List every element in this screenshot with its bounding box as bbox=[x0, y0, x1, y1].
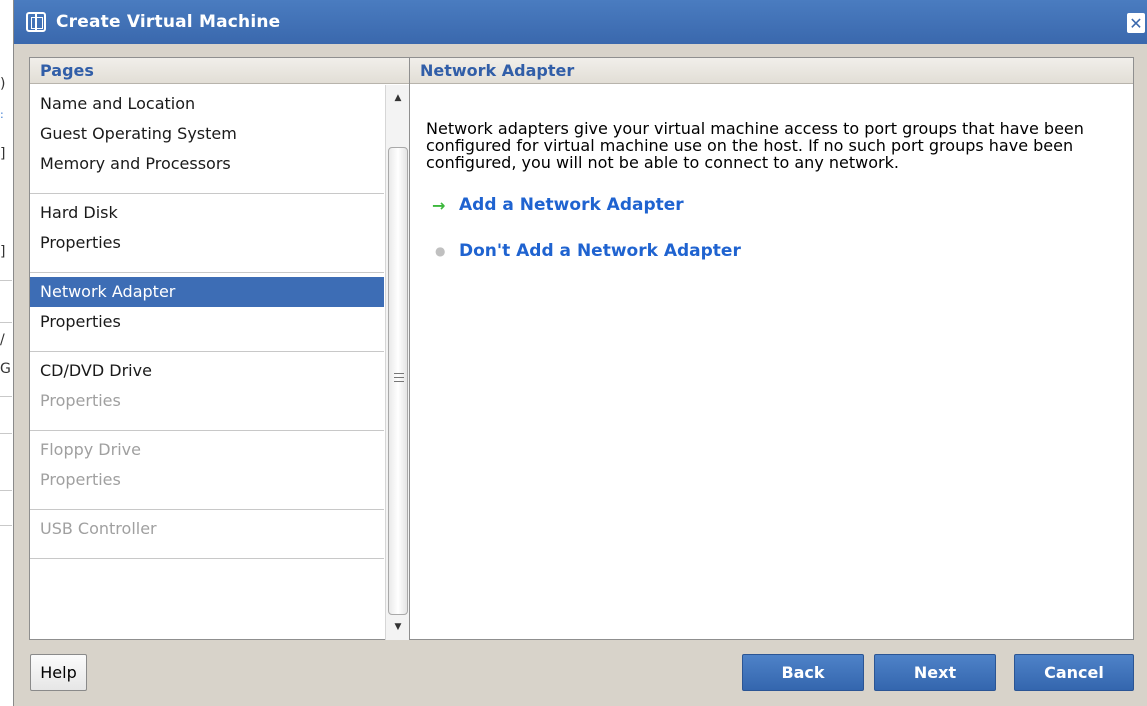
page-item[interactable]: Memory and Processors bbox=[30, 149, 384, 179]
add-network-adapter-link[interactable]: Add a Network Adapter bbox=[459, 195, 684, 215]
background-divider bbox=[0, 525, 12, 526]
cancel-button[interactable]: Cancel bbox=[1014, 654, 1134, 691]
page-group: Name and Location Guest Operating System M… bbox=[30, 85, 384, 194]
page-item: USB Controller bbox=[40, 519, 157, 538]
help-button[interactable]: Help bbox=[30, 654, 87, 691]
background-app: ) : ] ] / G bbox=[0, 0, 14, 706]
add-network-adapter-option[interactable]: → Add a Network Adapter bbox=[426, 193, 1111, 217]
page-item[interactable]: Guest Operating System bbox=[30, 119, 384, 149]
background-divider bbox=[0, 280, 12, 281]
arrow-right-icon: → bbox=[432, 195, 446, 215]
page-group: Floppy Drive Properties bbox=[30, 431, 384, 510]
background-fragment: ] bbox=[0, 244, 6, 260]
back-button[interactable]: Back bbox=[742, 654, 864, 691]
close-icon[interactable]: ✕ bbox=[1127, 13, 1145, 33]
create-vm-dialog: Create Virtual Machine ✕ Pages Name and … bbox=[13, 0, 1147, 706]
page-item[interactable]: Hard Disk bbox=[30, 198, 384, 228]
dont-add-network-adapter-link[interactable]: Don't Add a Network Adapter bbox=[459, 241, 741, 261]
page-item: Floppy Drive bbox=[40, 440, 141, 459]
pages-header: Pages bbox=[30, 58, 409, 84]
description-text: Network adapters give your virtual machi… bbox=[426, 119, 1084, 172]
page-item[interactable]: Properties bbox=[30, 307, 384, 337]
page-group: USB Controller bbox=[30, 510, 384, 559]
background-fragment: : bbox=[0, 108, 4, 121]
background-fragment: / bbox=[0, 332, 5, 348]
pages-panel: Pages Name and Location Guest Operating S… bbox=[29, 57, 410, 640]
content-header: Network Adapter bbox=[410, 58, 1133, 84]
background-fragment: ] bbox=[0, 146, 6, 162]
next-button[interactable]: Next bbox=[874, 654, 996, 691]
page-item: Properties bbox=[40, 391, 121, 410]
background-divider bbox=[0, 490, 12, 491]
page-item[interactable]: Properties bbox=[30, 228, 384, 258]
page-group: Hard Disk Properties bbox=[30, 194, 384, 273]
page-item[interactable]: CD/DVD Drive bbox=[30, 356, 384, 386]
dialog-titlebar[interactable]: Create Virtual Machine ✕ bbox=[14, 0, 1147, 44]
pages-list: Name and Location Guest Operating System M… bbox=[30, 85, 384, 640]
background-fragment: ) bbox=[0, 76, 6, 92]
dont-add-network-adapter-option[interactable]: ● Don't Add a Network Adapter bbox=[426, 239, 1111, 263]
page-group: CD/DVD Drive Properties bbox=[30, 352, 384, 431]
scroll-up-arrow-icon[interactable]: ▲ bbox=[386, 89, 410, 107]
page-item[interactable]: Network Adapter bbox=[30, 277, 384, 307]
bullet-icon: ● bbox=[435, 244, 446, 258]
dialog-title: Create Virtual Machine bbox=[56, 12, 281, 32]
background-divider bbox=[0, 322, 12, 323]
scroll-down-arrow-icon[interactable]: ▼ bbox=[386, 618, 410, 636]
page-item[interactable]: Name and Location bbox=[30, 89, 384, 119]
grip-icon bbox=[394, 373, 404, 382]
pages-scrollbar[interactable]: ▲ ▼ bbox=[385, 85, 410, 640]
virtual-machine-icon bbox=[26, 12, 46, 32]
scrollbar-thumb[interactable] bbox=[388, 147, 408, 615]
page-group: Network Adapter Properties bbox=[30, 273, 384, 352]
content-body: Network adapters give your virtual machi… bbox=[410, 84, 1133, 263]
content-panel: Network Adapter Network adapters give yo… bbox=[409, 57, 1134, 640]
background-divider bbox=[0, 396, 12, 397]
page-item: Properties bbox=[40, 470, 121, 489]
background-fragment: G bbox=[0, 361, 11, 377]
background-divider bbox=[0, 433, 12, 434]
